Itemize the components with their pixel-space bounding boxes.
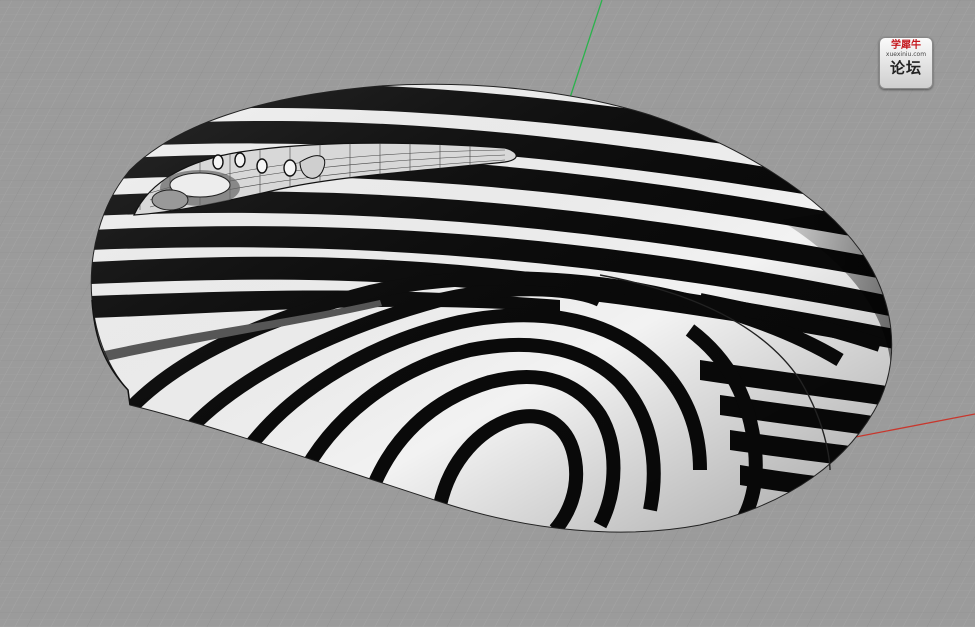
rhino-viewport[interactable]: 学犀牛 xuexiniu.com 论坛 <box>0 0 975 627</box>
watermark-forum-label: 论坛 <box>889 59 922 77</box>
watermark-brand: 学犀牛 <box>891 40 921 51</box>
viewport-scene[interactable] <box>0 0 975 627</box>
watermark-url: xuexiniu.com <box>885 51 927 58</box>
forum-watermark-logo: 学犀牛 xuexiniu.com 论坛 <box>879 37 933 89</box>
